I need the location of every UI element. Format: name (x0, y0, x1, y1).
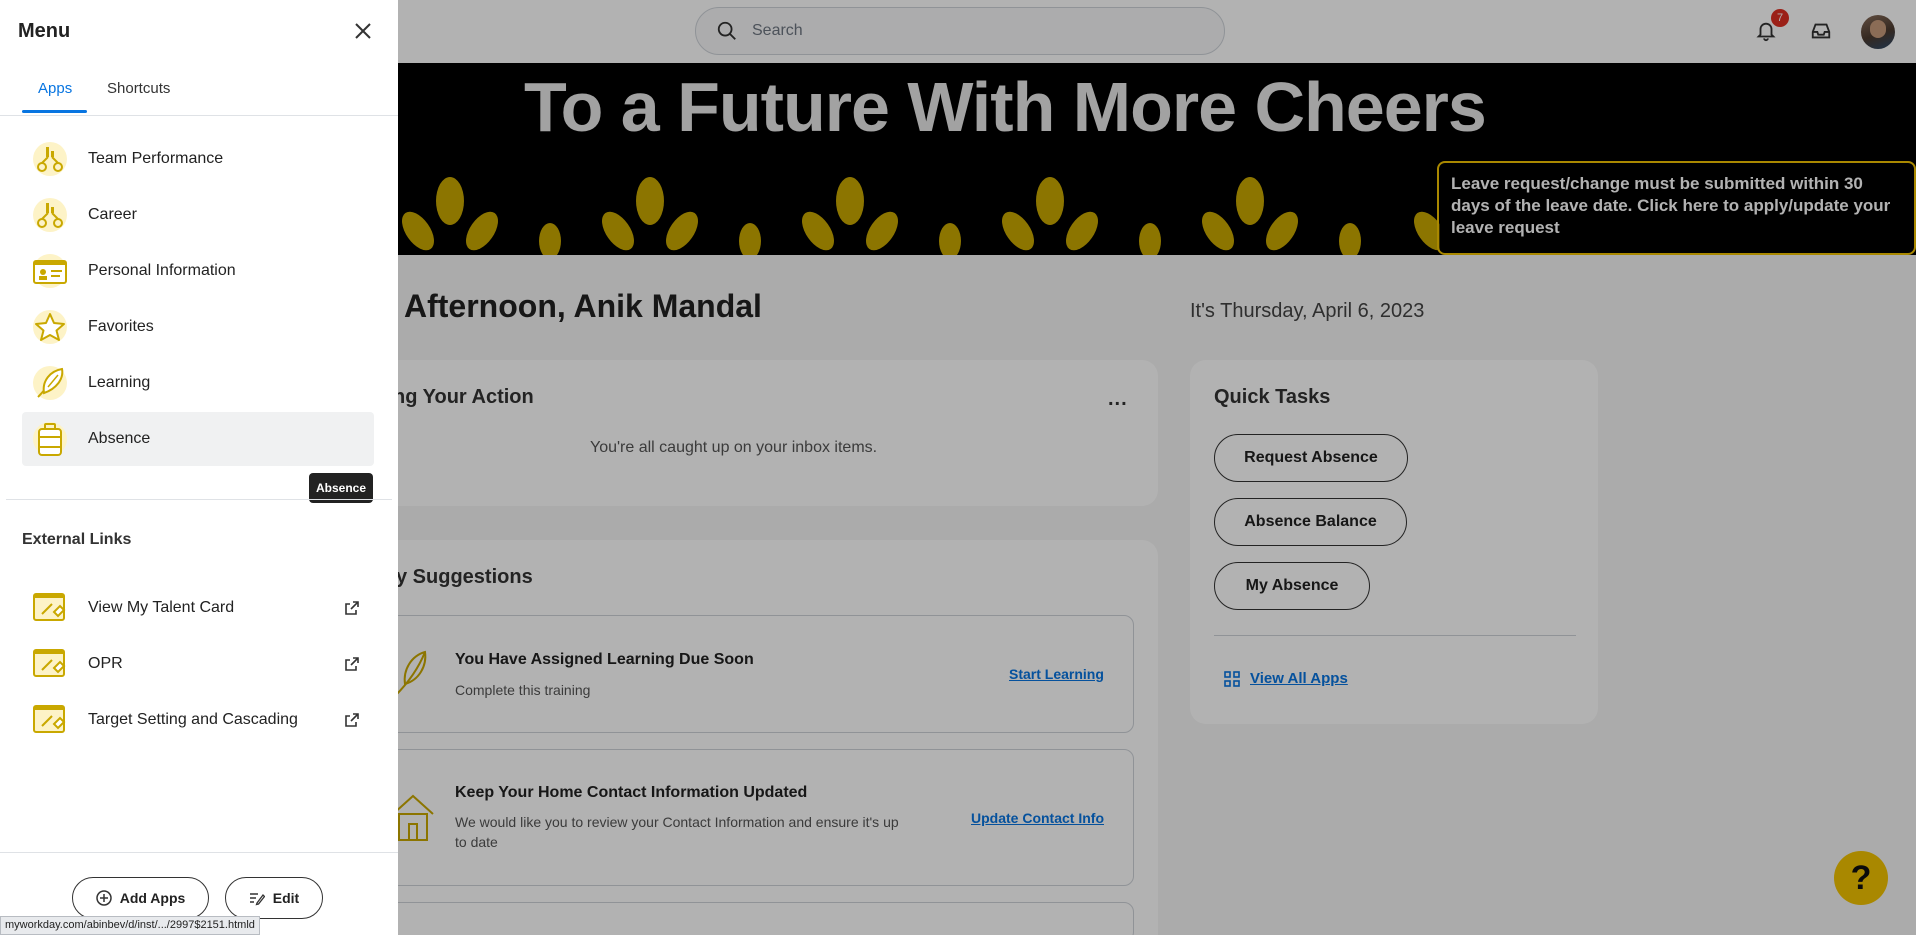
menu-item-label: View My Talent Card (88, 599, 235, 616)
close-icon (355, 23, 371, 39)
external-link-icon (345, 601, 359, 615)
menu-item-label: Absence (88, 430, 151, 447)
status-bar-url: myworkday.com/abinbev/d/inst/.../2997$21… (0, 916, 260, 935)
tab-apps[interactable]: Apps (38, 80, 72, 97)
career-icon (33, 198, 67, 232)
menu-item-label: Team Performance (88, 150, 224, 167)
add-apps-button[interactable]: Add Apps (72, 877, 209, 919)
team-performance-icon (33, 142, 67, 176)
close-menu-button[interactable] (350, 18, 376, 44)
tab-shortcuts[interactable]: Shortcuts (107, 80, 170, 97)
edit-button[interactable]: Edit (225, 877, 323, 919)
external-link-icon (345, 657, 359, 671)
external-app-icon (33, 649, 66, 677)
menu-title: Menu (18, 20, 71, 42)
id-card-icon (33, 254, 67, 288)
menu-item-label: Learning (88, 374, 151, 391)
external-app-icon (33, 705, 66, 733)
add-apps-label: Add Apps (119, 890, 186, 906)
divider (0, 852, 398, 853)
active-tab-indicator (22, 110, 87, 113)
menu-item-favorites[interactable]: Favorites (22, 300, 374, 354)
divider (6, 499, 392, 500)
external-app-icon (33, 593, 66, 621)
edit-icon (249, 893, 265, 906)
menu-item-personal-information[interactable]: Personal Information (22, 244, 374, 298)
external-link-opr[interactable]: OPR (22, 637, 374, 691)
external-links-title: External Links (22, 531, 132, 548)
menu-item-label: Career (88, 206, 137, 223)
add-circle-icon (95, 890, 112, 906)
external-link-icon (345, 713, 359, 727)
external-link-view-my-talent-card[interactable]: View My Talent Card (22, 581, 374, 635)
menu-item-career[interactable]: Career (22, 188, 374, 242)
suitcase-icon (33, 422, 67, 456)
star-icon (33, 310, 67, 344)
menu-panel: Menu Apps Shortcuts Team Performance Car… (0, 0, 398, 935)
external-link-target-setting[interactable]: Target Setting and Cascading (22, 693, 374, 747)
menu-item-learning[interactable]: Learning (22, 356, 374, 410)
edit-label: Edit (272, 890, 300, 906)
menu-item-label: Favorites (88, 318, 154, 335)
divider (0, 115, 398, 116)
learning-icon (33, 366, 67, 400)
menu-item-label: Target Setting and Cascading (88, 711, 298, 728)
menu-item-team-performance[interactable]: Team Performance (22, 132, 374, 186)
menu-item-absence[interactable]: Absence (22, 412, 374, 466)
menu-item-label: Personal Information (88, 262, 236, 279)
menu-item-label: OPR (88, 655, 123, 672)
